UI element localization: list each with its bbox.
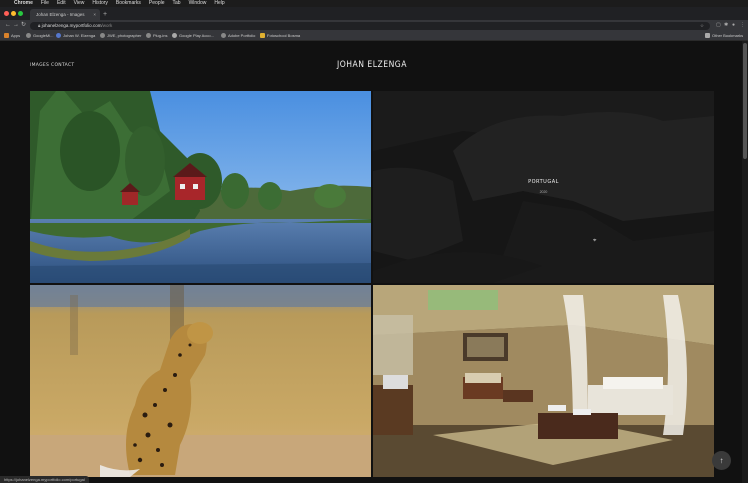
link-status-bar: https://johanelzenga.myportfolio.com/por…	[0, 476, 89, 483]
project-tile-portugal[interactable]: PORTUGAL 2020 ⌖	[373, 91, 714, 283]
coastal-cliffs-photo	[373, 91, 714, 283]
forward-button[interactable]: →	[13, 20, 19, 31]
bookmark-googleml[interactable]: GoogleMl...	[26, 31, 53, 41]
bookmarks-bar: Apps GoogleMl... Johan W. Elzenga JWE, p…	[0, 31, 748, 41]
page-scrollbar[interactable]	[742, 41, 748, 483]
project-tile-sweden[interactable]	[30, 91, 371, 283]
puzzle-icon[interactable]: ✱	[724, 20, 728, 31]
favicon-icon	[146, 33, 151, 38]
menu-file[interactable]: File	[41, 0, 49, 7]
bookmark-label: Other Bookmarks	[712, 33, 744, 38]
mac-menubar: Chrome File Edit View History Bookmarks …	[0, 0, 748, 7]
browser-toolbar: ← → ↻ 🔒︎ johanelzenga.myportfolio.com/wo…	[0, 20, 748, 31]
close-window-button[interactable]	[4, 11, 9, 16]
menu-help[interactable]: Help	[214, 0, 224, 7]
cabin-lake-photo	[30, 91, 371, 283]
url-host: johanelzenga.myportfolio.com	[41, 22, 102, 28]
menu-view[interactable]: View	[74, 0, 85, 7]
folder-icon	[705, 33, 710, 38]
menu-edit[interactable]: Edit	[57, 0, 66, 7]
back-to-top-button[interactable]: ↑	[712, 451, 731, 470]
profile-icon[interactable]: ●	[732, 20, 735, 31]
favicon-icon	[172, 33, 177, 38]
leopard-photo	[30, 285, 371, 477]
bookmark-johan[interactable]: Johan W. Elzenga	[56, 31, 95, 41]
bookmark-label: Google Play Acco...	[179, 33, 214, 38]
project-title: PORTUGAL	[528, 179, 559, 185]
favicon-icon	[26, 33, 31, 38]
menu-tab[interactable]: Tab	[173, 0, 181, 7]
portfolio-page: IMAGES CONTACT JOHAN ELZENGA PORTUGAL 20…	[0, 41, 742, 483]
favicon-icon	[100, 33, 105, 38]
bookmark-google-play[interactable]: Google Play Acco...	[172, 31, 214, 41]
bookmark-jwe[interactable]: JWE, photographer	[100, 31, 141, 41]
minimize-window-button[interactable]	[11, 11, 16, 16]
menu-history[interactable]: History	[92, 0, 108, 7]
bookmark-apps[interactable]: Apps	[4, 31, 20, 41]
url-path: /work	[101, 22, 113, 28]
menu-people[interactable]: People	[149, 0, 165, 7]
browser-tab[interactable]: Johan Elzenga - Images ×	[30, 9, 100, 20]
project-tile-leopard[interactable]	[30, 285, 371, 477]
bookmark-label: JWE, photographer	[107, 33, 142, 38]
scrollbar-thumb[interactable]	[743, 43, 747, 159]
reload-button[interactable]: ↻	[21, 20, 26, 31]
back-button[interactable]: ←	[5, 20, 11, 31]
favicon-icon	[56, 33, 61, 38]
more-menu-icon[interactable]: ⋮	[740, 20, 745, 31]
maximize-window-button[interactable]	[18, 11, 23, 16]
other-bookmarks[interactable]: Other Bookmarks	[705, 31, 743, 41]
bookmark-label: Apps	[11, 33, 21, 38]
tab-title: Johan Elzenga - Images	[36, 12, 85, 17]
extension-icon[interactable]: ▢	[716, 20, 721, 31]
new-tab-button[interactable]: +	[103, 9, 107, 20]
mouse-cursor-icon: ⌖	[593, 238, 597, 244]
bookmark-adobe-portfolio[interactable]: Adobe Portfolio	[221, 31, 255, 41]
bookmark-label: Fotoschool Bosma	[267, 33, 301, 38]
folder-icon	[260, 33, 265, 38]
bookmark-star-icon[interactable]: ☆	[700, 22, 704, 30]
nav-images-link[interactable]: IMAGES	[30, 63, 49, 68]
tab-close-icon[interactable]: ×	[93, 9, 96, 20]
bookmark-plugins[interactable]: Plug-ins	[146, 31, 167, 41]
site-title[interactable]: JOHAN ELZENGA	[320, 60, 424, 70]
menu-bookmarks[interactable]: Bookmarks	[116, 0, 141, 7]
address-bar[interactable]: 🔒︎ johanelzenga.myportfolio.com/work ☆	[30, 21, 710, 30]
bookmark-label: Adobe Portfolio	[228, 33, 256, 38]
bookmark-label: Johan W. Elzenga	[63, 33, 96, 38]
bookmark-label: GoogleMl...	[33, 33, 54, 38]
project-year: 2020	[539, 190, 548, 194]
favicon-icon	[221, 33, 226, 38]
safari-tent-interior-photo	[373, 285, 714, 477]
tab-strip: Johan Elzenga - Images × +	[0, 7, 748, 20]
apps-grid-icon	[4, 33, 9, 38]
bookmark-fotoschool[interactable]: Fotoschool Bosma	[260, 31, 300, 41]
menu-chrome[interactable]: Chrome	[14, 0, 33, 7]
bookmark-label: Plug-ins	[153, 33, 168, 38]
nav-contact-link[interactable]: CONTACT	[51, 63, 74, 68]
menu-window[interactable]: Window	[189, 0, 207, 7]
project-tile-safari-tent[interactable]	[373, 285, 714, 477]
